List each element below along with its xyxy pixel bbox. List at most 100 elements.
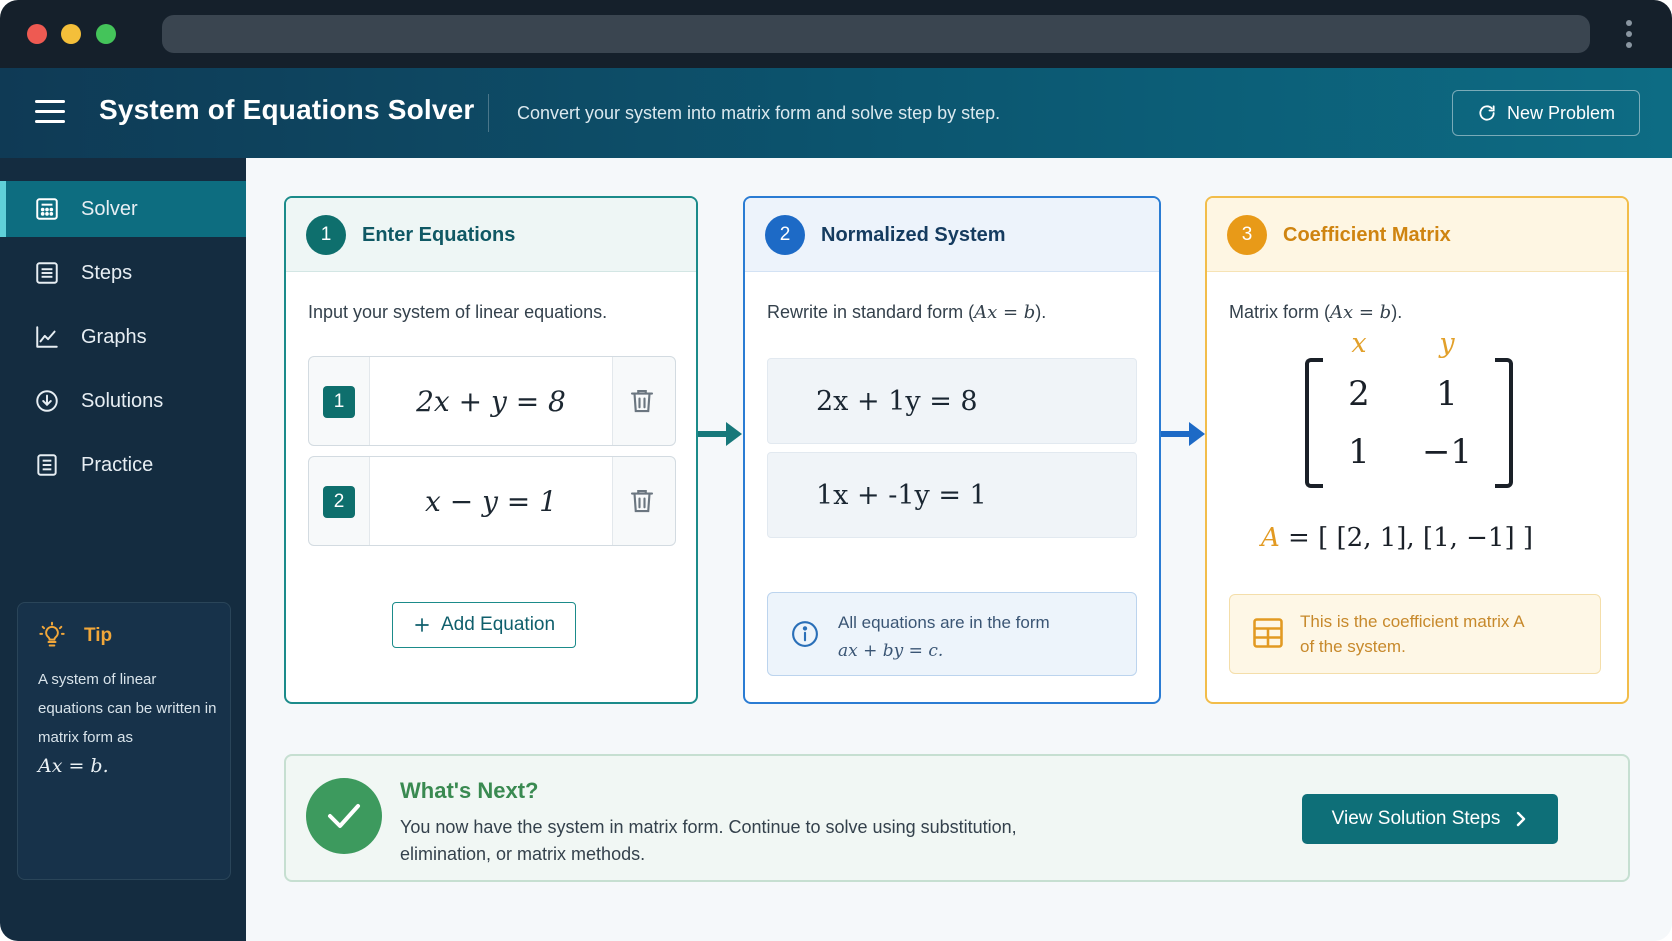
whats-next-title: What's Next? <box>400 778 539 803</box>
app-window: System of Equations Solver Convert your … <box>0 0 1672 941</box>
app-subtitle: Convert your system into matrix form and… <box>517 103 1001 123</box>
matrix-definition: A = [ [2, 1], [1, −1] ] <box>1261 523 1533 553</box>
step-number-badge: 1 <box>306 215 346 255</box>
card-header: 1 Enter Equations <box>286 198 696 272</box>
enter-equations-card: 1 Enter Equations Input your system of l… <box>284 196 698 704</box>
tip-title: Tip <box>84 625 113 646</box>
sidebar-item-label: Solutions <box>81 389 164 412</box>
whats-next-body: You now have the system in matrix form. … <box>400 817 1017 864</box>
description-prefix: Rewrite in standard form ( <box>767 302 975 322</box>
sidebar-item-steps[interactable]: Steps <box>0 245 246 301</box>
more-options-icon[interactable] <box>1626 20 1632 48</box>
view-solution-steps-label: View Solution Steps <box>1331 808 1501 829</box>
main-content: 1 Enter Equations Input your system of l… <box>246 158 1672 941</box>
menu-icon[interactable] <box>35 100 65 124</box>
table-icon <box>1253 618 1283 648</box>
view-solution-steps-button[interactable]: View Solution Steps <box>1302 794 1558 844</box>
plus-icon <box>415 618 429 632</box>
app-header: System of Equations Solver Convert your … <box>0 68 1672 158</box>
tip-formula: Ax = b. <box>38 755 109 777</box>
line-chart-icon <box>36 326 58 348</box>
coefficient-matrix-card: 3 Coefficient Matrix Matrix form (Ax = b… <box>1205 196 1629 704</box>
download-circle-icon <box>36 390 58 412</box>
arrow-right-icon <box>698 422 742 446</box>
description-prefix: Matrix form ( <box>1229 302 1330 322</box>
coefficient-matrix: 2 1 1 −1 <box>1305 358 1513 488</box>
sidebar-item-label: Practice <box>81 453 154 476</box>
tip-body: A system of linear equations can be writ… <box>38 665 220 782</box>
description-suffix: ). <box>1035 302 1047 322</box>
calculator-icon <box>36 198 58 220</box>
note-line: of the system. <box>1300 637 1406 656</box>
lightbulb-icon <box>39 621 65 647</box>
normalized-equation-text: 2x + 1y = 8 <box>816 385 978 417</box>
card-header: 3 Coefficient Matrix <box>1207 198 1627 272</box>
document-icon <box>37 454 57 476</box>
refresh-icon <box>1479 105 1495 121</box>
app-title: System of Equations Solver <box>99 94 475 125</box>
card-title: Enter Equations <box>362 224 516 246</box>
card-header: 2 Normalized System <box>745 198 1159 272</box>
normalized-equation-row: 2x + 1y = 8 <box>767 358 1137 444</box>
coefficient-note: This is the coefficient matrix A of the … <box>1229 594 1601 674</box>
normalized-system-card: 2 Normalized System Rewrite in standard … <box>743 196 1161 704</box>
chevron-right-icon <box>1517 811 1526 827</box>
sidebar: Solver Steps Graphs Solutions Practice T… <box>0 158 246 941</box>
matrix-variable: A <box>1261 523 1280 553</box>
info-icon <box>792 621 818 647</box>
info-line: All equations are in the form <box>838 613 1050 632</box>
equation-index-badge: 2 <box>323 486 355 518</box>
close-window-button[interactable] <box>27 24 47 44</box>
normalized-equation-text: 1x + -1y = 1 <box>816 479 987 511</box>
matrix-cell: 1 <box>1348 432 1370 472</box>
maximize-window-button[interactable] <box>96 24 116 44</box>
matrix-left-bracket <box>1305 358 1323 488</box>
sidebar-item-label: Steps <box>81 261 133 284</box>
add-equation-button[interactable]: Add Equation <box>392 602 576 648</box>
tip-text: A system of linear equations can be writ… <box>38 671 217 746</box>
card-description: Matrix form (Ax = b). <box>1229 302 1402 323</box>
step-number-badge: 3 <box>1227 215 1267 255</box>
add-equation-label: Add Equation <box>440 614 556 635</box>
info-formula: ax + by = c. <box>838 641 944 661</box>
equation-input[interactable]: x − y = 1 <box>369 457 613 545</box>
address-bar[interactable] <box>162 15 1590 53</box>
equation-index-badge: 1 <box>323 386 355 418</box>
sidebar-item-solver[interactable]: Solver <box>0 181 246 237</box>
equation-text: 2x + y = 8 <box>416 384 566 418</box>
matrix-right-bracket <box>1495 358 1513 488</box>
sidebar-item-label: Graphs <box>81 325 147 348</box>
matrix-cell: 1 <box>1436 374 1458 414</box>
arrow-right-icon <box>1161 422 1205 446</box>
card-description: Input your system of linear equations. <box>308 302 608 322</box>
equation-input[interactable]: 2x + y = 8 <box>369 357 613 445</box>
equation-row: 2 x − y = 1 <box>308 456 676 546</box>
minimize-window-button[interactable] <box>61 24 81 44</box>
description-math: Ax = b <box>1330 302 1392 323</box>
tip-panel: Tip A system of linear equations can be … <box>17 602 231 880</box>
new-problem-button[interactable]: New Problem <box>1452 90 1640 136</box>
sidebar-item-graphs[interactable]: Graphs <box>0 309 246 365</box>
trash-icon[interactable] <box>627 386 657 416</box>
success-badge <box>306 778 382 854</box>
whats-next-panel: What's Next? You now have the system in … <box>284 754 1630 882</box>
matrix-cell: −1 <box>1421 432 1473 472</box>
note-line: This is the coefficient matrix A <box>1300 612 1525 631</box>
trash-icon[interactable] <box>627 486 657 516</box>
matrix-column-label: x <box>1351 328 1367 359</box>
info-text: All equations are in the form ax + by = … <box>838 609 1050 665</box>
card-title: Normalized System <box>821 224 1006 246</box>
sidebar-item-solutions[interactable]: Solutions <box>0 373 246 429</box>
matrix-cell: 2 <box>1348 374 1370 414</box>
description-math: Ax = b <box>974 302 1036 323</box>
info-box: All equations are in the form ax + by = … <box>767 592 1137 676</box>
description-suffix: ). <box>1391 302 1403 322</box>
coefficient-note-text: This is the coefficient matrix A of the … <box>1300 609 1525 659</box>
new-problem-label: New Problem <box>1506 102 1616 123</box>
card-title: Coefficient Matrix <box>1283 224 1451 246</box>
header-divider <box>488 94 489 132</box>
sidebar-item-label: Solver <box>81 197 138 220</box>
sidebar-item-practice[interactable]: Practice <box>0 437 246 493</box>
matrix-definition-value: = [ [2, 1], [1, −1] ] <box>1288 523 1534 553</box>
normalized-equation-row: 1x + -1y = 1 <box>767 452 1137 538</box>
